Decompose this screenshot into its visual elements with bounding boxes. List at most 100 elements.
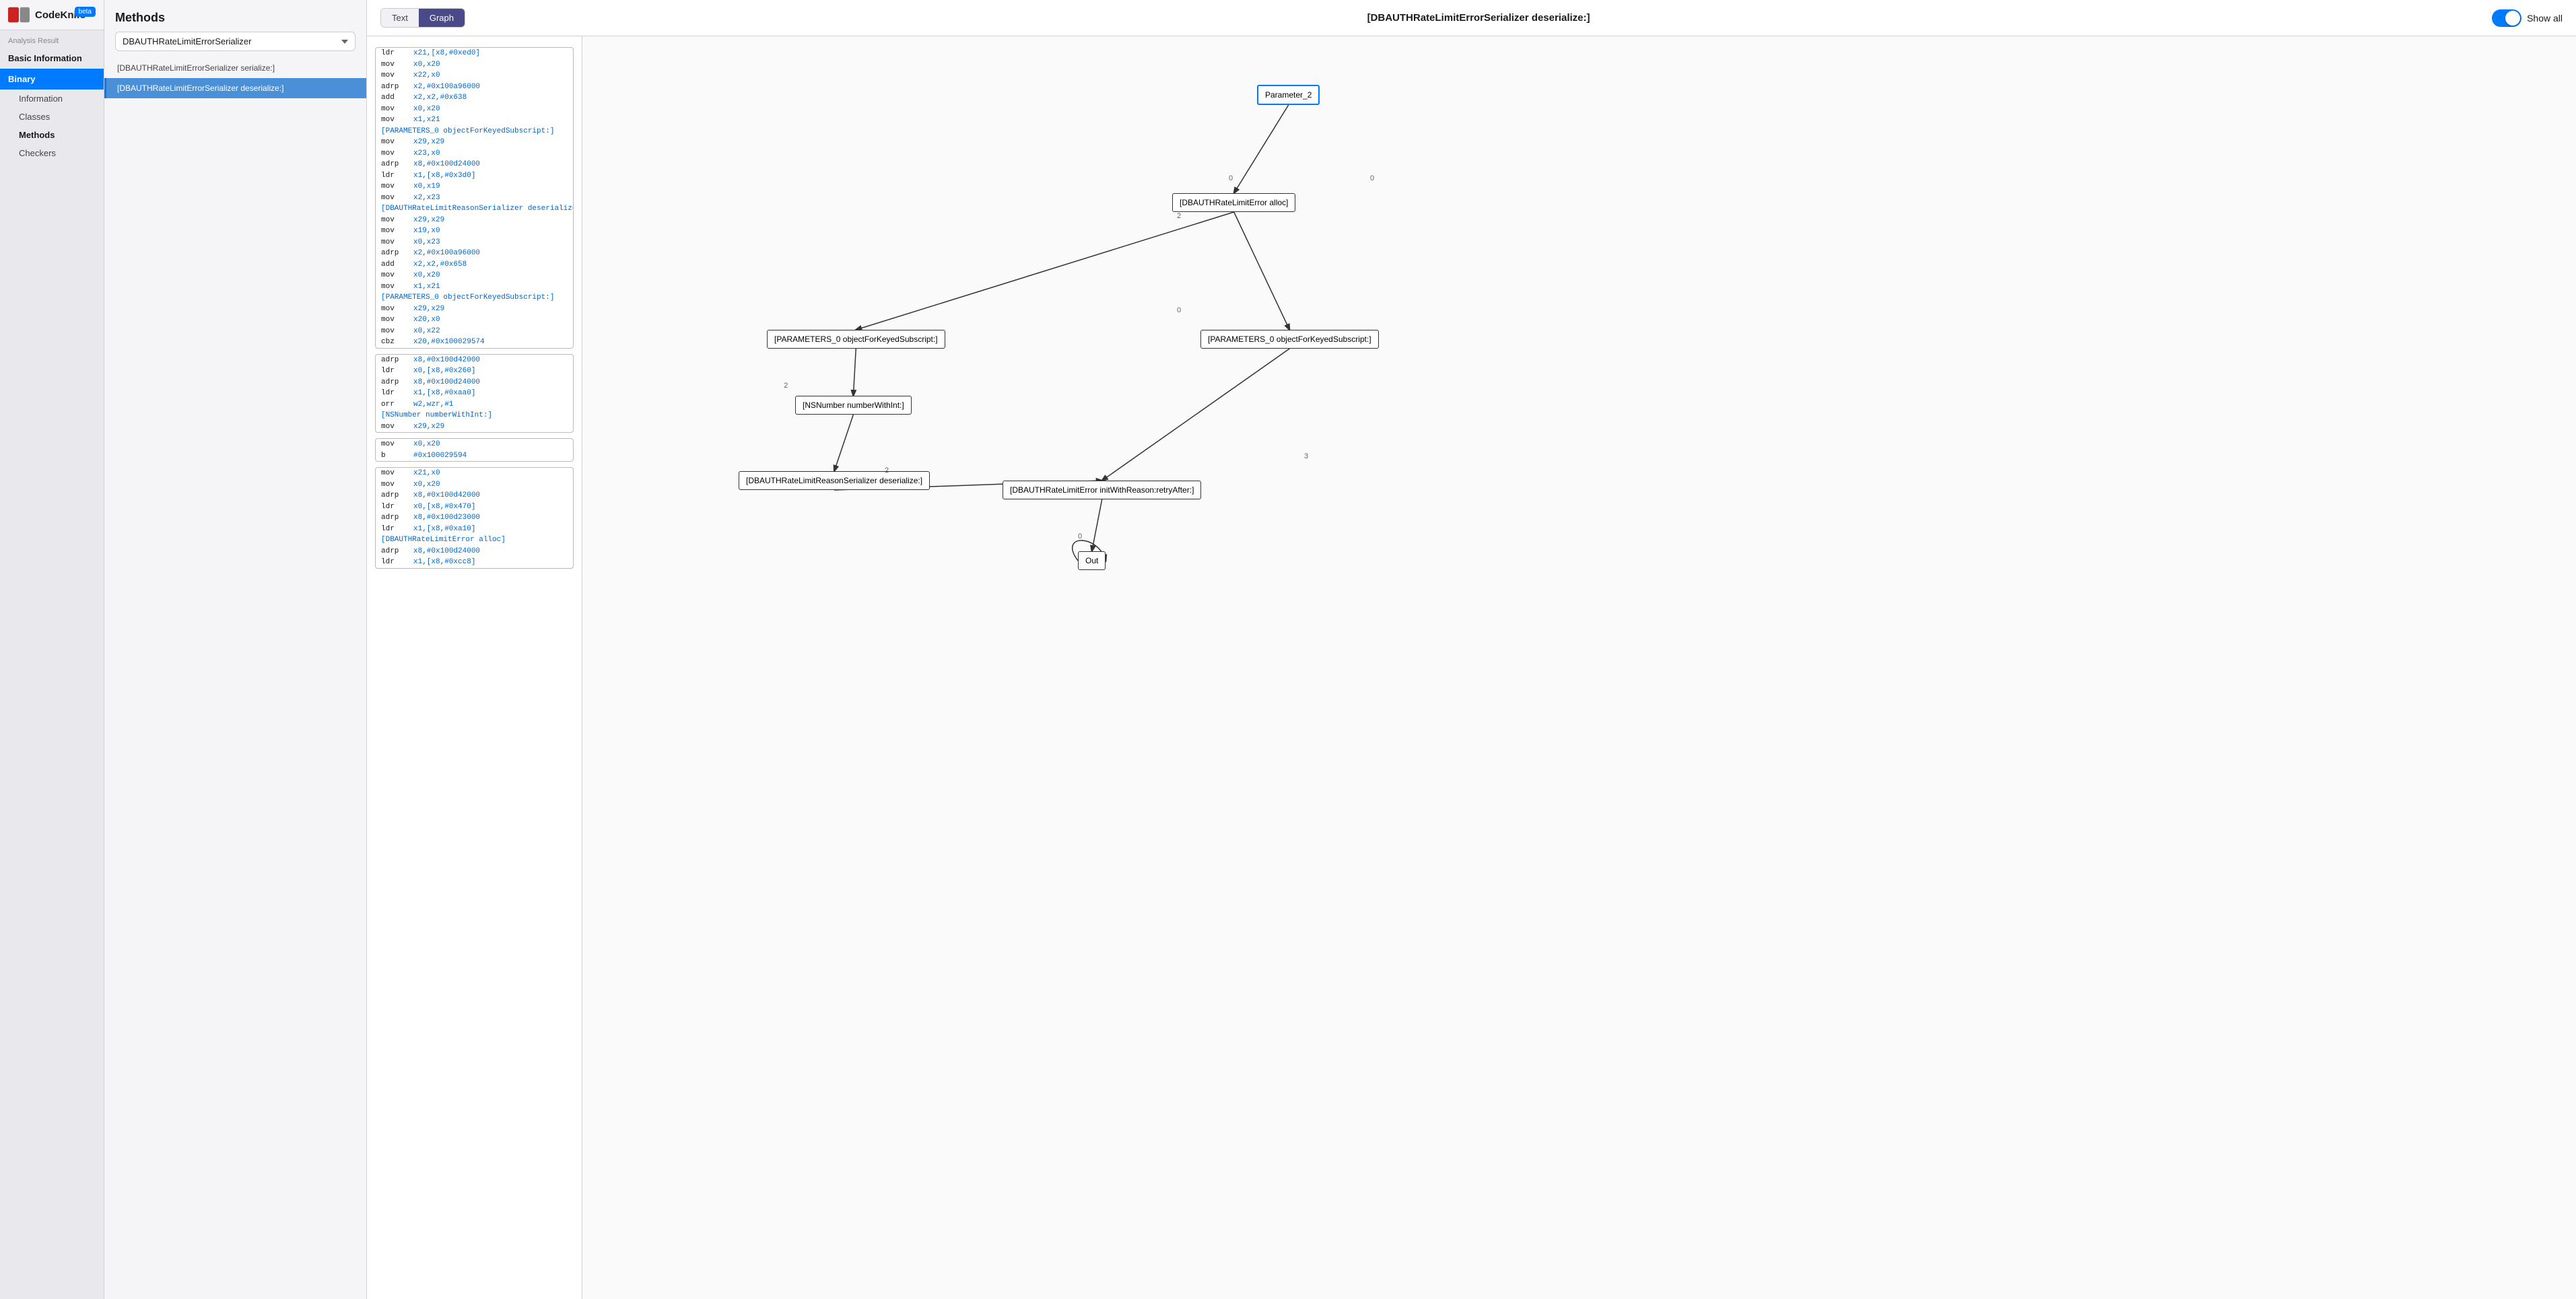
code-block-block4: movx21,x0movx0,x20adrpx8,#0x100d42000ldr… [375, 467, 574, 569]
code-instr: mov [381, 281, 413, 293]
edge-label-e1: 0 [1229, 174, 1233, 182]
code-args: x0,[x8,#0x260] [413, 365, 475, 377]
code-instr: mov [381, 270, 413, 281]
code-args: x0,x19 [413, 181, 440, 192]
code-view[interactable]: ldrx21,[x8,#0xed0]movx0,x20movx22,x0adrp… [367, 36, 582, 1299]
code-line: movx19,x0 [376, 225, 573, 237]
code-line: movx0,x22 [376, 326, 573, 337]
graph-node-params_left[interactable]: [PARAMETERS_0 objectForKeyedSubscript:] [767, 330, 945, 349]
code-instr: mov [381, 70, 413, 81]
code-args: x8,#0x100d42000 [413, 355, 480, 366]
graph-node-nsnumber[interactable]: [NSNumber numberWithInt:] [795, 396, 912, 415]
toggle-switch[interactable] [2492, 9, 2521, 27]
code-args: x0,x20 [413, 270, 440, 281]
code-line: adrpx2,#0x100a96000 [376, 248, 573, 259]
app-logo-icon [8, 7, 30, 23]
code-call: [DBAUTHRateLimitReasonSerializer deseria… [381, 203, 574, 215]
code-instr: mov [381, 225, 413, 237]
code-line: movx0,x20 [376, 479, 573, 491]
code-instr: ldr [381, 524, 413, 535]
code-instr: mov [381, 192, 413, 204]
graph-node-params_right[interactable]: [PARAMETERS_0 objectForKeyedSubscript:] [1200, 330, 1379, 349]
analysis-result-label: Analysis Result [0, 30, 104, 48]
code-instr: mov [381, 479, 413, 491]
code-args: x1,[x8,#0x3d0] [413, 170, 475, 182]
code-args: x0,x20 [413, 479, 440, 491]
code-instr: mov [381, 468, 413, 479]
code-instr: ldr [381, 557, 413, 568]
method-list: [DBAUTHRateLimitErrorSerializer serializ… [104, 58, 366, 98]
show-all-label: Show all [2527, 13, 2563, 24]
edge-label-e3: 2 [1177, 212, 1181, 220]
graph-view[interactable]: Parameter_2 [DBAUTHRateLimitError alloc] [… [582, 36, 2576, 1299]
code-instr: mov [381, 421, 413, 433]
code-instr: adrp [381, 81, 413, 93]
code-args: x1,x21 [413, 114, 440, 126]
code-args: x8,#0x100d24000 [413, 159, 480, 170]
code-line: ldrx21,[x8,#0xed0] [376, 48, 573, 59]
content-area: TextGraph [DBAUTHRateLimitErrorSerialize… [367, 0, 2576, 1299]
graph-node-dbauthalloc[interactable]: [DBAUTHRateLimitError alloc] [1172, 193, 1295, 212]
code-line: [PARAMETERS_0 objectForKeyedSubscript:] [376, 292, 573, 304]
code-args: x1,[x8,#0xaa0] [413, 388, 475, 399]
edge-label-e8: 2 [784, 382, 788, 390]
code-args: x2,x2,#0x658 [413, 259, 467, 271]
code-instr: mov [381, 148, 413, 160]
code-line: movx0,x20 [376, 439, 573, 450]
code-args: x19,x0 [413, 225, 440, 237]
code-args: x0,[x8,#0x470] [413, 501, 475, 513]
code-line: adrpx8,#0x100d42000 [376, 490, 573, 501]
code-instr: adrp [381, 377, 413, 388]
sidebar-item-methods[interactable]: Methods [0, 126, 104, 144]
code-args: w2,wzr,#1 [413, 399, 453, 411]
graph-node-dbauthreasondeser[interactable]: [DBAUTHRateLimitReasonSerializer deseria… [739, 471, 930, 490]
code-instr: mov [381, 326, 413, 337]
code-args: x2,x23 [413, 192, 440, 204]
code-args: x20,#0x100029574 [413, 337, 485, 348]
code-instr: ldr [381, 501, 413, 513]
code-line: movx22,x0 [376, 70, 573, 81]
method-item-deserialize[interactable]: [DBAUTHRateLimitErrorSerializer deserial… [104, 78, 366, 98]
sidebar-item-checkers[interactable]: Checkers [0, 144, 104, 162]
code-instr: mov [381, 314, 413, 326]
sidebar-item-information[interactable]: Information [0, 90, 104, 108]
code-instr: ldr [381, 388, 413, 399]
sidebar-item-classes[interactable]: Classes [0, 108, 104, 126]
code-line: movx0,x20 [376, 104, 573, 115]
code-line: movx0,x23 [376, 237, 573, 248]
methods-dropdown[interactable]: DBAUTHRateLimitErrorSerializer [115, 32, 355, 51]
graph-node-param2[interactable]: Parameter_2 [1257, 85, 1320, 105]
edge-label-e2: 0 [1370, 174, 1374, 182]
beta-badge: beta [75, 7, 96, 17]
code-line: orrw2,wzr,#1 [376, 399, 573, 411]
tab-graph[interactable]: Graph [419, 9, 465, 27]
code-instr: adrp [381, 159, 413, 170]
sidebar-item-basic-information[interactable]: Basic Information [0, 48, 104, 69]
code-line: [PARAMETERS_0 objectForKeyedSubscript:] [376, 126, 573, 137]
tab-text[interactable]: Text [381, 9, 419, 27]
code-instr: mov [381, 59, 413, 71]
code-instr: mov [381, 215, 413, 226]
graph-node-out[interactable]: Out [1078, 551, 1106, 570]
show-all-toggle[interactable]: Show all [2492, 9, 2563, 27]
code-call: [PARAMETERS_0 objectForKeyedSubscript:] [381, 126, 554, 137]
code-block-block3: movx0,x20b#0x100029594 [375, 438, 574, 462]
code-line: cbzx20,#0x100029574 [376, 337, 573, 348]
code-instr: ldr [381, 170, 413, 182]
sidebar-item-binary[interactable]: Binary [0, 69, 104, 90]
code-instr: adrp [381, 490, 413, 501]
code-line: addx2,x2,#0x638 [376, 92, 573, 104]
code-line: ldrx0,[x8,#0x470] [376, 501, 573, 513]
code-line: ldrx1,[x8,#0xcc8] [376, 557, 573, 568]
content-title: [DBAUTHRateLimitErrorSerializer deserial… [1367, 12, 1590, 24]
code-instr: ldr [381, 48, 413, 59]
method-item-serialize[interactable]: [DBAUTHRateLimitErrorSerializer serializ… [104, 58, 366, 78]
code-instr: mov [381, 237, 413, 248]
code-line: movx0,x20 [376, 59, 573, 71]
code-line: ldrx1,[x8,#0x3d0] [376, 170, 573, 182]
code-line: ldrx0,[x8,#0x260] [376, 365, 573, 377]
code-instr: mov [381, 439, 413, 450]
code-instr: mov [381, 137, 413, 148]
code-args: x20,x0 [413, 314, 440, 326]
graph-node-dbauthinit[interactable]: [DBAUTHRateLimitError initWithReason:ret… [1003, 481, 1201, 499]
